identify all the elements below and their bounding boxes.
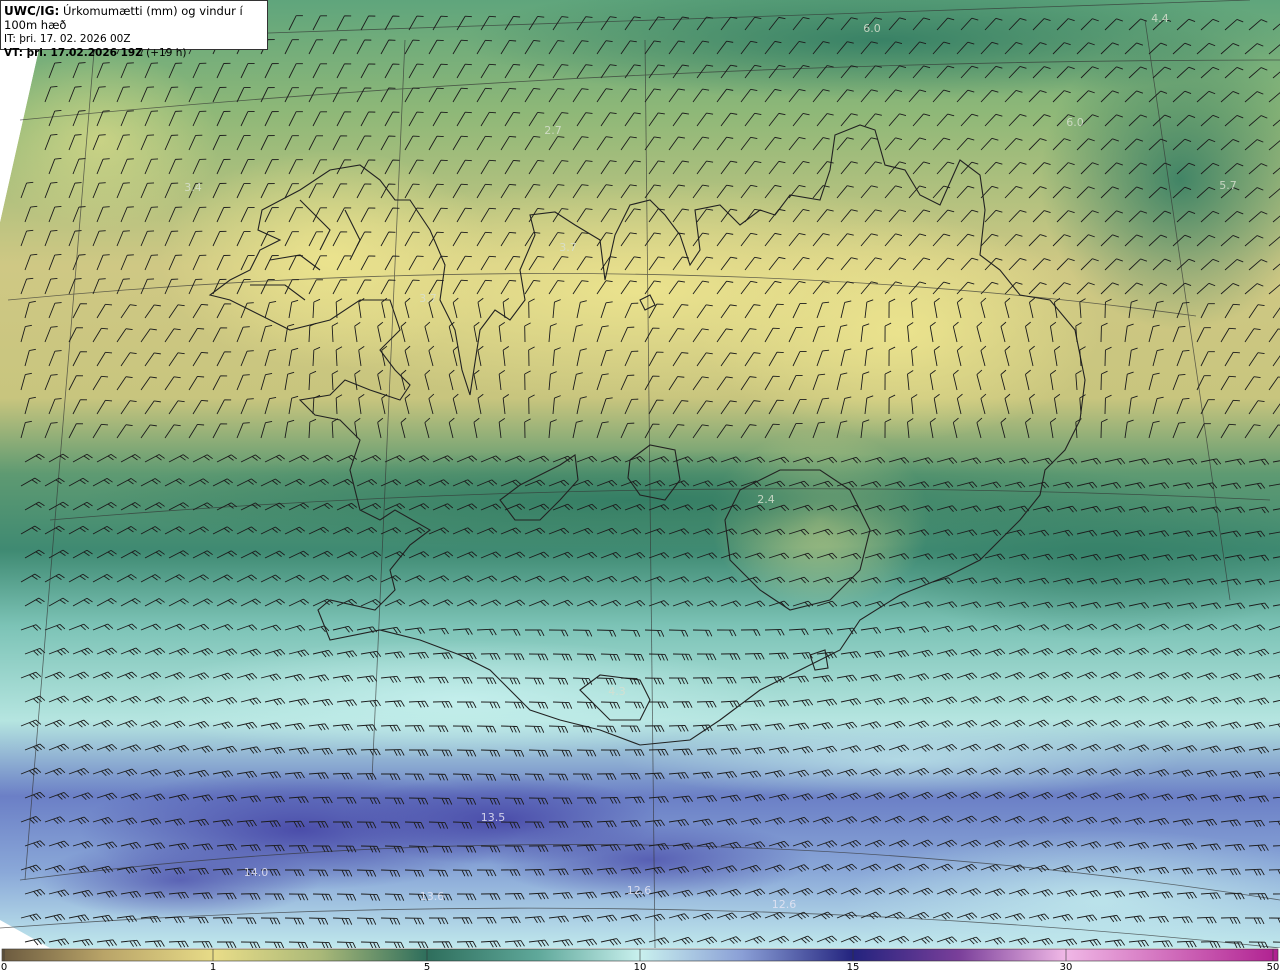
precip-value-label: 12.6 [772,898,797,911]
precip-value-label: 13.5 [481,811,506,824]
valid-time: VT: þri. 17.02.2026 19Z [4,47,143,59]
precip-value-label: 3.7 [559,241,577,254]
legend-tick-label: 1 [209,962,217,973]
initial-time-label: IT: [4,33,16,45]
precip-value-label: 2.7 [544,124,562,137]
map-field [0,0,1280,948]
legend-tick-label: 0 [0,962,8,973]
precip-value-label: 12.6 [627,884,652,897]
precip-value-label: 2.4 [757,493,775,506]
precip-value-label: 3.4 [184,181,202,194]
precip-value-label: 6.0 [863,22,881,35]
precipitation-map: 6.0 4.4 6.0 5.7 2.7 3.4 3.7 3.7 2.4 4.3 13.5 14.0 12… [0,0,1280,948]
legend-colorbar [1,948,1279,962]
model-tag: UWC/IG: [4,4,60,18]
legend-tick-label: 15 [846,962,860,973]
legend-tick-label: 50 [1266,962,1280,973]
map-title-box: UWC/IG: Úrkomumætti (mm) og vindur í 100… [0,0,268,59]
precip-value-label: 4.4 [1151,12,1169,25]
color-legend: 0 1 5 10 15 30 50 [0,948,1280,978]
legend-tick-label: 5 [423,962,431,973]
forecast-offset: (+19 h) [146,47,187,59]
legend-tick-label: 10 [633,962,647,973]
precip-value-label: 3.7 [419,292,437,305]
precip-value-label: 4.3 [608,685,626,698]
precip-value-label: 13.6 [420,890,445,903]
precip-value-label: 6.0 [1066,116,1084,129]
legend-tick-label: 30 [1059,962,1073,973]
initial-time: þri. 17. 02. 2026 00Z [19,33,131,45]
precip-value-label: 5.7 [1219,179,1237,192]
precip-value-label: 14.0 [244,866,269,879]
